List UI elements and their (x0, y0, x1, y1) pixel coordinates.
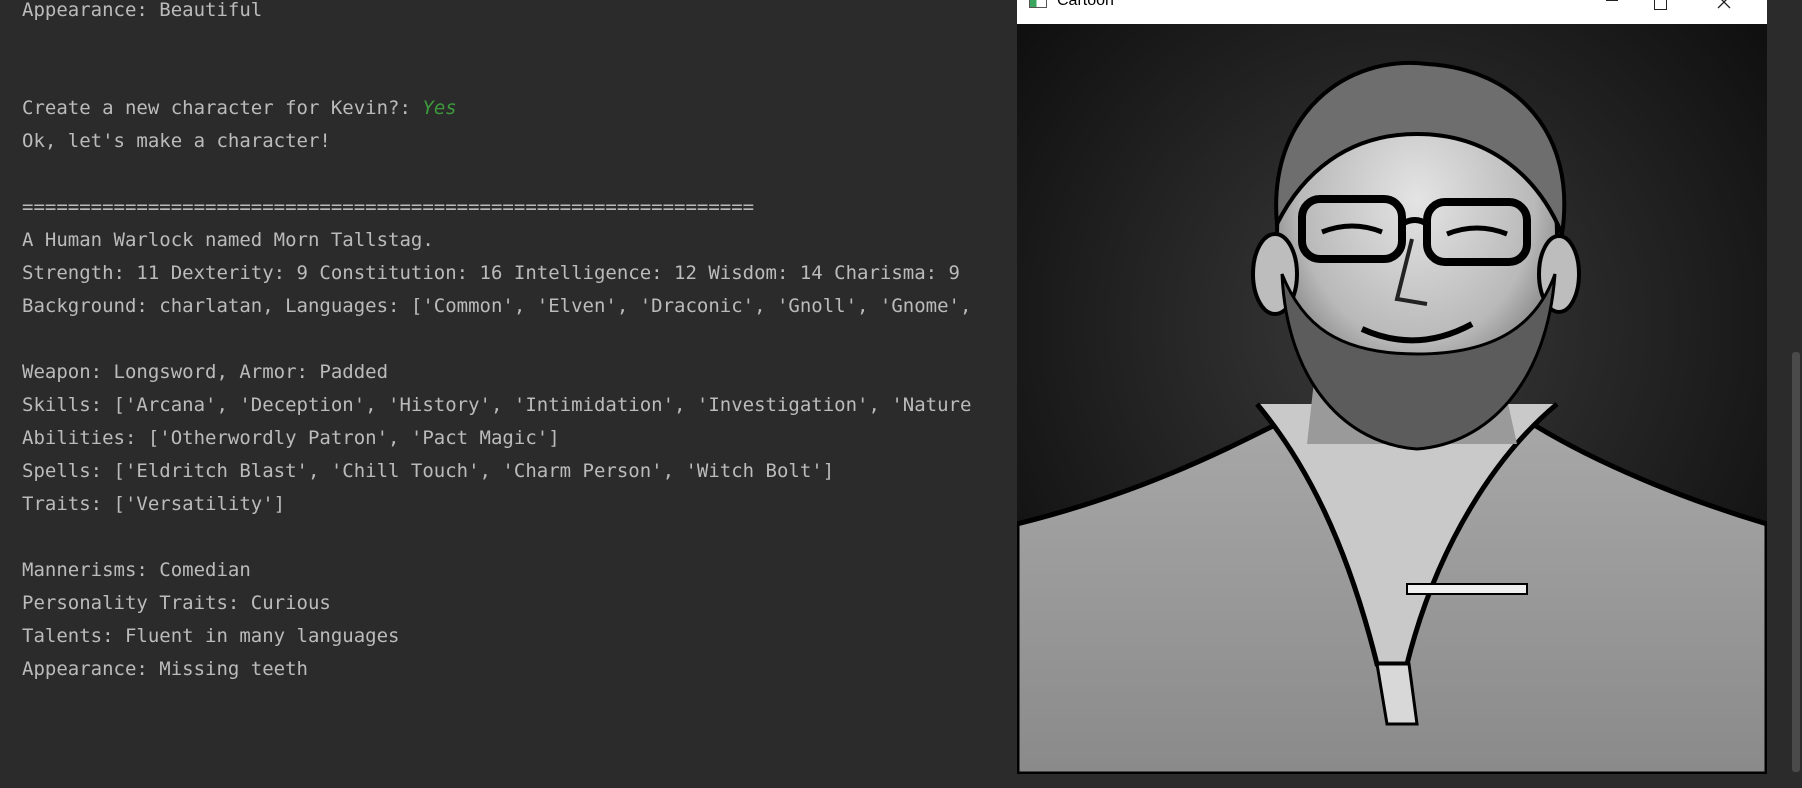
console-line: Appearance: Missing teeth (22, 658, 308, 680)
console-line: Traits: ['Versatility'] (22, 493, 286, 515)
console-line: Skills: ['Arcana', 'Deception', 'History… (22, 394, 972, 416)
console-line: Strength: 11 Dexterity: 9 Constitution: … (22, 262, 960, 284)
maximize-icon (1653, 0, 1667, 10)
close-icon (1717, 0, 1731, 9)
console-line: Talents: Fluent in many languages (22, 625, 400, 647)
close-button[interactable] (1701, 0, 1747, 16)
console-line: A Human Warlock named Morn Tallstag. (22, 229, 434, 251)
cartoon-window[interactable]: Cartoon (1014, 0, 1770, 777)
console-line: Mannerisms: Comedian (22, 559, 251, 581)
console-line: Ok, let's make a character! (22, 130, 331, 152)
console-line: Abilities: ['Otherwordly Patron', 'Pact … (22, 427, 560, 449)
portrait-illustration (1014, 24, 1770, 777)
console-line: Spells: ['Eldritch Blast', 'Chill Touch'… (22, 460, 835, 482)
window-titlebar[interactable]: Cartoon (1017, 0, 1767, 24)
console-line: Background: charlatan, Languages: ['Comm… (22, 295, 972, 317)
console-separator: ========================================… (22, 196, 755, 218)
app-icon (1029, 0, 1047, 8)
user-input-echo: Yes (422, 97, 457, 119)
console-line: Personality Traits: Curious (22, 592, 331, 614)
scrollbar-thumb[interactable] (1792, 352, 1800, 772)
minimize-icon (1606, 0, 1618, 1)
cartoon-portrait-image (1014, 24, 1770, 777)
minimize-button[interactable] (1589, 0, 1635, 16)
console-scrollbar[interactable] (1790, 0, 1802, 788)
window-title: Cartoon (1057, 0, 1114, 9)
maximize-button[interactable] (1637, 0, 1683, 16)
console-line: Create a new character for Kevin?: Yes (22, 92, 457, 125)
console-line: Appearance: Beautiful (22, 0, 263, 21)
console-line: Weapon: Longsword, Armor: Padded (22, 361, 389, 383)
prompt-text: Create a new character for Kevin?: (22, 97, 423, 119)
